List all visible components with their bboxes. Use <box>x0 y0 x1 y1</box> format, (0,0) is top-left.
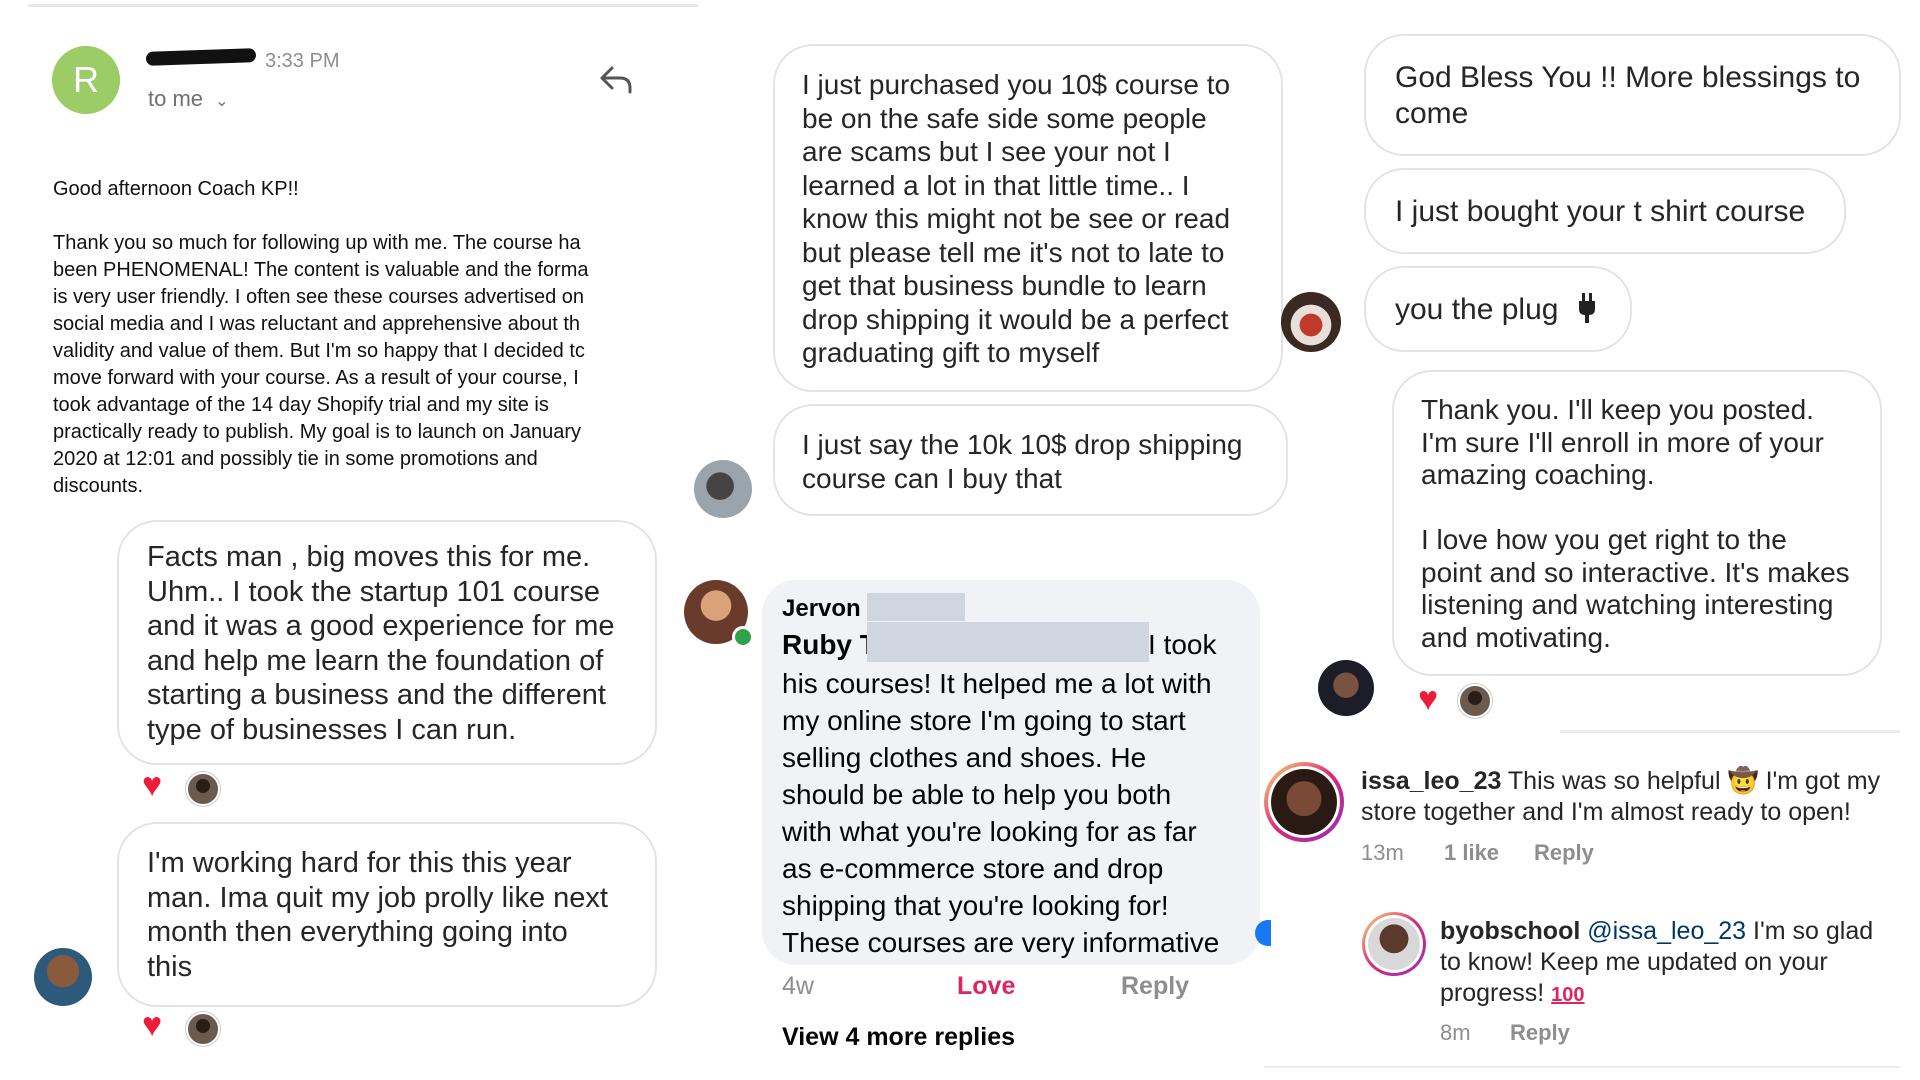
sender-avatar[interactable] <box>1318 660 1374 716</box>
heart-reaction-icon[interactable]: ♥ <box>1418 682 1438 716</box>
top-divider <box>28 4 698 7</box>
recipient-label: to me <box>148 86 204 111</box>
commenter-avatar[interactable] <box>1264 762 1344 842</box>
author-name-redacted <box>867 593 965 621</box>
heart-reaction-icon[interactable]: ♥ <box>142 1008 162 1042</box>
recipient-toggle[interactable]: to me ⌄ <box>148 86 229 112</box>
message-bubble[interactable]: Facts man , big moves this for me. Uhm..… <box>117 520 657 765</box>
reactor-avatar <box>1458 684 1492 718</box>
commenter-avatar[interactable] <box>1362 912 1426 976</box>
reply-button[interactable]: Reply <box>1510 1020 1570 1046</box>
reply-age: 8m <box>1440 1020 1471 1045</box>
sender-name-redacted <box>145 48 257 66</box>
face-with-cowboy-hat-icon: 🤠 <box>1727 767 1759 795</box>
email-time: 3:33 PM <box>265 50 340 72</box>
panel-divider <box>1264 1066 1900 1068</box>
reply-button[interactable]: Reply <box>1534 840 1594 866</box>
reply-button[interactable]: Reply <box>1121 972 1189 1001</box>
message-text: Facts man , big moves this for me. Uhm..… <box>147 541 615 746</box>
reply-text: to know! Keep me updated on your <box>1440 948 1828 976</box>
reactor-avatar <box>186 772 220 806</box>
message-text: I just purchased you 10$ course to be on… <box>802 69 1231 368</box>
email-line: been PHENOMENAL! The content is valuable… <box>53 259 589 281</box>
message-bubble[interactable]: I just say the 10k 10$ drop shipping cou… <box>773 404 1288 516</box>
reply-arrow-icon[interactable] <box>598 64 634 94</box>
ig-reply-text: byobschool @issa_leo_23 I'm so glad to k… <box>1440 916 1900 1011</box>
message-text: I just say the 10k 10$ drop shipping cou… <box>802 429 1243 494</box>
comment-text-start: I took <box>1148 629 1217 660</box>
message-text: you the plug <box>1395 293 1559 326</box>
message-bubble[interactable]: I'm working hard for this this year man.… <box>117 822 657 1007</box>
message-bubble[interactable]: I just purchased you 10$ course to be on… <box>773 44 1283 392</box>
comment-age: 4w <box>782 972 814 1000</box>
message-bubble[interactable]: God Bless You !! More blessings to come <box>1364 34 1901 156</box>
message-bubble[interactable]: Thank you. I'll keep you posted. I'm sur… <box>1392 370 1882 676</box>
likes-count[interactable]: 1 like <box>1444 840 1499 866</box>
message-text: I just bought your t shirt course <box>1395 195 1806 228</box>
heart-reaction-icon[interactable]: ♥ <box>142 768 162 802</box>
email-body: Good afternoon Coach KP!! Thank you so m… <box>53 176 673 500</box>
reply-username[interactable]: byobschool <box>1440 917 1580 945</box>
reply-text: I'm so glad <box>1753 917 1874 945</box>
email-line: practically ready to publish. My goal is… <box>53 421 582 443</box>
email-line: move forward with your course. As a resu… <box>53 367 579 389</box>
email-line: discounts. <box>53 475 144 497</box>
comment-text: This was so helpful <box>1507 767 1721 795</box>
sender-avatar[interactable]: R <box>52 46 120 114</box>
sender-avatar[interactable] <box>1281 292 1341 352</box>
message-bubble[interactable]: you the plug <box>1364 266 1632 352</box>
love-button[interactable]: Love <box>957 972 1015 1001</box>
mention-redacted <box>867 622 1149 662</box>
panel-divider <box>1560 730 1900 733</box>
reactor-avatar <box>186 1012 220 1046</box>
mention-link[interactable]: Ruby T <box>782 629 877 661</box>
ig-comment-text: issa_leo_23 This was so helpful 🤠 I'm go… <box>1361 766 1901 828</box>
message-bubble[interactable]: I just bought your t shirt course <box>1364 168 1846 254</box>
comment-text: store together and I'm almost ready to o… <box>1361 798 1851 826</box>
email-line: is very user friendly. I often see these… <box>53 286 585 308</box>
email-line: 2020 at 12:01 and possibly tie in some p… <box>53 448 538 470</box>
mention-link[interactable]: @issa_leo_23 <box>1587 917 1746 945</box>
online-status-dot <box>732 626 754 648</box>
comment-author[interactable]: Jervon <box>782 595 861 623</box>
email-line: Thank you so much for following up with … <box>53 232 581 254</box>
comment-text: his courses! It helped me a lot with my … <box>782 668 1220 958</box>
email-line: validity and value of them. But I'm so h… <box>53 340 585 362</box>
message-text: God Bless You !! More blessings to come <box>1395 61 1861 130</box>
message-text: Thank you. I'll keep you posted. I'm sur… <box>1421 394 1850 653</box>
email-line: social media and I was reluctant and app… <box>53 313 581 335</box>
sender-avatar[interactable] <box>34 948 92 1006</box>
email-greeting: Good afternoon Coach KP!! <box>53 178 299 200</box>
message-text: I'm working hard for this this year man.… <box>147 847 608 983</box>
email-line: took advantage of the 14 day Shopify tri… <box>53 394 549 416</box>
comment-text: I'm got my <box>1765 767 1881 795</box>
sender-avatar[interactable] <box>694 460 752 518</box>
comment-age: 13m <box>1361 840 1404 865</box>
chevron-down-icon: ⌄ <box>215 93 229 110</box>
plug-icon <box>1577 293 1597 332</box>
hundred-points-icon: 100 <box>1551 984 1585 1006</box>
view-more-replies[interactable]: View 4 more replies <box>782 1023 1015 1052</box>
sender-avatar-letter: R <box>73 59 99 100</box>
comment-username[interactable]: issa_leo_23 <box>1361 767 1501 795</box>
reply-text: progress! <box>1440 979 1545 1007</box>
